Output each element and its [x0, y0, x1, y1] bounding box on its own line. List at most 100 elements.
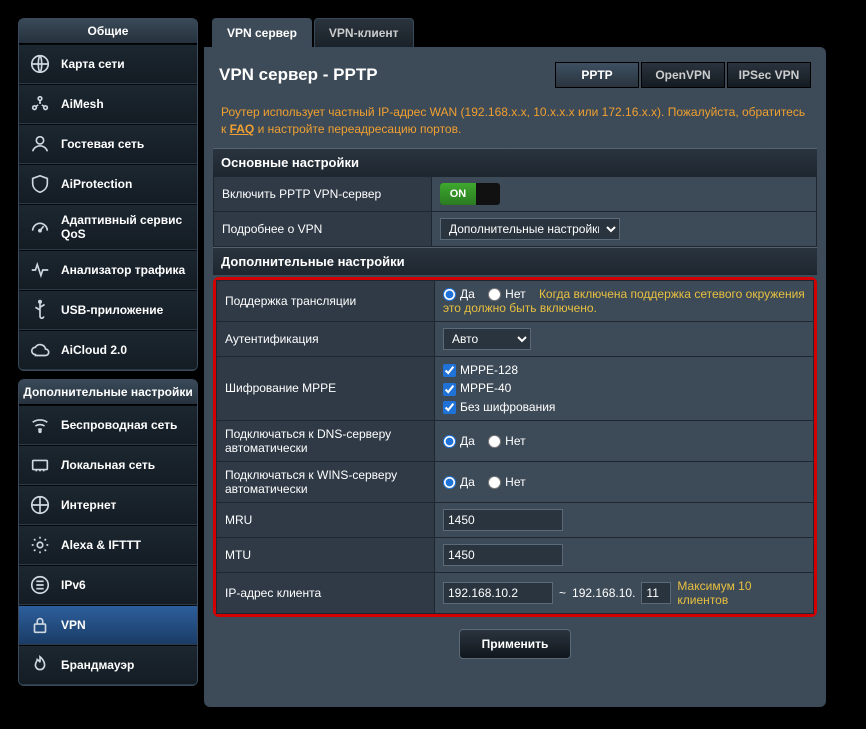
wins-yes-radio[interactable]	[443, 476, 456, 489]
mppe128-checkbox[interactable]	[443, 364, 456, 377]
sidebar-item-vpn[interactable]: VPN	[19, 605, 197, 645]
tab-vpn-client[interactable]: VPN-клиент	[314, 18, 414, 47]
dns-yes-radio[interactable]	[443, 435, 456, 448]
main-panel: VPN сервер VPN-клиент VPN сервер - PPTP …	[204, 18, 826, 707]
sidebar-item-alexa-ifttt[interactable]: Alexa & IFTTT	[19, 525, 197, 565]
sidebar-general-header: Общие	[19, 19, 197, 44]
enable-pptp-toggle[interactable]: ON	[440, 183, 500, 205]
dns-no-label[interactable]: Нет	[488, 434, 525, 448]
sidebar-item-aimesh[interactable]: AiMesh	[19, 84, 197, 124]
sidebar: Общие Карта сети AiMesh Гостевая сеть Ai…	[18, 18, 198, 707]
auth-select[interactable]: Авто	[443, 328, 531, 350]
sidebar-item-lan[interactable]: Локальная сеть	[19, 445, 197, 485]
row-mtu: MTU	[217, 537, 814, 572]
faq-link[interactable]: FAQ	[230, 122, 255, 136]
label-mppe: Шифрование MPPE	[217, 356, 435, 420]
apply-button[interactable]: Применить	[459, 629, 572, 659]
sidebar-item-wan[interactable]: Интернет	[19, 485, 197, 525]
label-client-ip: IP-адрес клиента	[217, 572, 435, 613]
sidebar-item-guest-network[interactable]: Гостевая сеть	[19, 124, 197, 164]
tab-vpn-server[interactable]: VPN сервер	[212, 18, 312, 47]
ip-end-input[interactable]	[641, 582, 671, 604]
label-mtu: MTU	[217, 537, 435, 572]
sidebar-item-label: USB-приложение	[61, 303, 163, 317]
sidebar-item-aicloud[interactable]: AiCloud 2.0	[19, 330, 197, 370]
sidebar-item-label: VPN	[61, 618, 86, 632]
row-enable-pptp: Включить PPTP VPN-сервер ON	[214, 176, 817, 211]
row-broadcast: Поддержка трансляции Да Нет Когда включе…	[217, 280, 814, 321]
tab-bar: VPN сервер VPN-клиент	[212, 18, 826, 47]
label-dns-auto: Подключаться к DNS-серверу автоматически	[217, 420, 435, 461]
sidebar-item-network-map[interactable]: Карта сети	[19, 44, 197, 84]
mppe40-checkbox[interactable]	[443, 383, 456, 396]
sidebar-general-group: Общие Карта сети AiMesh Гостевая сеть Ai…	[18, 18, 198, 371]
label-broadcast: Поддержка трансляции	[217, 280, 435, 321]
lock-icon	[29, 614, 51, 636]
noenc-label[interactable]: Без шифрования	[443, 400, 805, 414]
mppe128-label[interactable]: MPPE-128	[443, 363, 805, 377]
sidebar-item-label: Гостевая сеть	[61, 137, 144, 151]
wan-ip-notice: Роутер использует частный IP-адрес WAN (…	[213, 98, 817, 148]
label-enable-pptp: Включить PPTP VPN-сервер	[214, 176, 432, 211]
advanced-section-header: Дополнительные настройки	[213, 247, 817, 275]
row-vpn-details: Подробнее о VPN Дополнительные настройки	[214, 211, 817, 246]
mru-input[interactable]	[443, 509, 563, 531]
sidebar-item-aiprotection[interactable]: AiProtection	[19, 164, 197, 204]
vpn-mode-buttons: PPTP OpenVPN IPSec VPN	[555, 62, 811, 88]
mppe40-label[interactable]: MPPE-40	[443, 381, 805, 395]
sidebar-item-wireless[interactable]: Беспроводная сеть	[19, 405, 197, 445]
sidebar-advanced-group: Дополнительные настройки Беспроводная се…	[18, 379, 198, 686]
client-ip-hint: Максимум 10 клиентов	[677, 579, 805, 607]
sidebar-item-usb-app[interactable]: USB-приложение	[19, 290, 197, 330]
pulse-icon	[29, 259, 51, 281]
globe-icon	[29, 53, 51, 75]
sidebar-item-label: Беспроводная сеть	[61, 418, 177, 432]
mode-openvpn-button[interactable]: OpenVPN	[641, 62, 725, 88]
globe-icon	[29, 494, 51, 516]
wifi-icon	[29, 414, 51, 436]
wins-yes-label[interactable]: Да	[443, 475, 475, 489]
sidebar-item-label: IPv6	[61, 578, 86, 592]
mode-pptp-button[interactable]: PPTP	[555, 62, 639, 88]
mesh-icon	[29, 93, 51, 115]
advanced-settings-table: Поддержка трансляции Да Нет Когда включе…	[216, 280, 814, 614]
gauge-icon	[29, 216, 51, 238]
dns-no-radio[interactable]	[488, 435, 501, 448]
toggle-on-label: ON	[440, 183, 476, 205]
apply-row: Применить	[213, 617, 817, 671]
advanced-settings-highlight: Поддержка трансляции Да Нет Когда включе…	[213, 277, 817, 617]
broadcast-yes-label[interactable]: Да	[443, 287, 475, 301]
wins-no-label[interactable]: Нет	[488, 475, 525, 489]
row-mppe: Шифрование MPPE MPPE-128 MPPE-40 Без шиф…	[217, 356, 814, 420]
sidebar-advanced-header: Дополнительные настройки	[19, 380, 197, 405]
sidebar-item-label: Интернет	[61, 498, 116, 512]
broadcast-no-radio[interactable]	[488, 288, 501, 301]
sidebar-item-ipv6[interactable]: IPv6	[19, 565, 197, 605]
sidebar-item-firewall[interactable]: Брандмауэр	[19, 645, 197, 685]
noenc-checkbox[interactable]	[443, 401, 456, 414]
wins-no-radio[interactable]	[488, 476, 501, 489]
sidebar-item-label: Анализатор трафика	[61, 263, 185, 277]
row-wins-auto: Подключаться к WINS-серверу автоматическ…	[217, 461, 814, 502]
label-wins-auto: Подключаться к WINS-серверу автоматическ…	[217, 461, 435, 502]
sidebar-item-label: Адаптивный сервис QoS	[61, 213, 187, 241]
mtu-input[interactable]	[443, 544, 563, 566]
label-vpn-details: Подробнее о VPN	[214, 211, 432, 246]
vpn-details-select[interactable]: Дополнительные настройки	[440, 218, 620, 240]
cloud-icon	[29, 339, 51, 361]
ip-prefix: 192.168.10.	[572, 586, 635, 600]
broadcast-no-label[interactable]: Нет	[488, 287, 525, 301]
notice-text-post: и настройте переадресацию портов.	[254, 122, 461, 136]
sidebar-item-label: AiCloud 2.0	[61, 343, 127, 357]
page-title: VPN сервер - PPTP	[219, 65, 378, 85]
fire-icon	[29, 654, 51, 676]
mode-ipsec-button[interactable]: IPSec VPN	[727, 62, 811, 88]
basic-section-header: Основные настройки	[213, 148, 817, 176]
dns-yes-label[interactable]: Да	[443, 434, 475, 448]
sidebar-item-traffic-analyzer[interactable]: Анализатор трафика	[19, 250, 197, 290]
sidebar-item-qos[interactable]: Адаптивный сервис QoS	[19, 204, 197, 250]
broadcast-yes-radio[interactable]	[443, 288, 456, 301]
row-client-ip: IP-адрес клиента ~ 192.168.10. Максимум …	[217, 572, 814, 613]
ip-start-input[interactable]	[443, 582, 553, 604]
shield-icon	[29, 173, 51, 195]
